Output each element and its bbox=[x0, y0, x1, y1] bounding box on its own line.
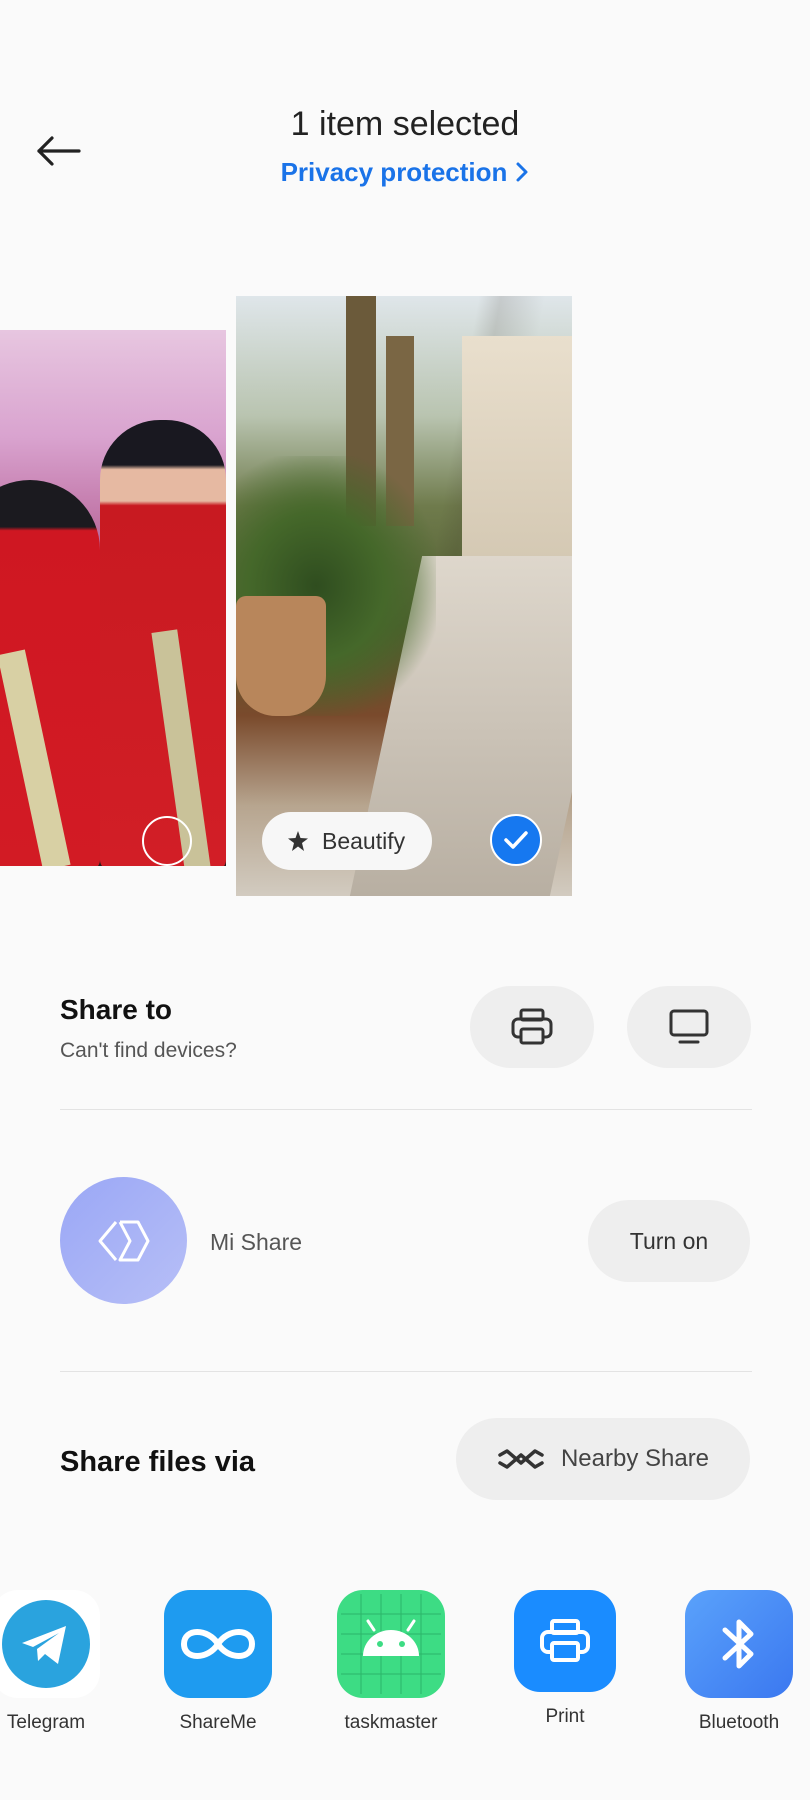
app-print[interactable]: Print bbox=[505, 1590, 625, 1728]
photo-carousel[interactable]: Beautify bbox=[0, 296, 810, 900]
sparkle-icon bbox=[286, 829, 310, 853]
shareme-icon bbox=[164, 1590, 272, 1698]
printer-device-button[interactable] bbox=[470, 986, 594, 1068]
tv-device-button[interactable] bbox=[627, 986, 751, 1068]
cant-find-devices-link[interactable]: Can't find devices? bbox=[60, 1039, 237, 1063]
photo-thumbnail-selected[interactable] bbox=[236, 296, 572, 896]
page-title: 1 item selected bbox=[290, 105, 520, 143]
app-label: taskmaster bbox=[344, 1712, 438, 1733]
mi-share-icon bbox=[98, 1220, 149, 1261]
divider bbox=[60, 1371, 752, 1372]
tv-icon bbox=[669, 1009, 709, 1044]
chevron-right-icon bbox=[515, 159, 529, 190]
photo-thumbnail[interactable] bbox=[0, 330, 226, 866]
divider bbox=[60, 1109, 752, 1110]
share-to-heading: Share to bbox=[60, 994, 173, 1025]
mi-share-label: Mi Share bbox=[210, 1229, 303, 1255]
telegram-icon bbox=[0, 1590, 100, 1698]
bluetooth-icon bbox=[685, 1590, 793, 1698]
header: 1 item selected Privacy protection bbox=[0, 0, 810, 230]
app-label: Print bbox=[545, 1706, 585, 1727]
printer-icon bbox=[511, 1008, 553, 1045]
app-taskmaster[interactable]: taskmaster bbox=[331, 1590, 451, 1734]
privacy-protection-label: Privacy protection bbox=[280, 157, 508, 187]
print-icon bbox=[514, 1590, 616, 1692]
app-telegram[interactable]: Telegram bbox=[0, 1590, 106, 1734]
mi-share-logo bbox=[60, 1177, 187, 1304]
android-icon bbox=[337, 1590, 445, 1698]
selected-checkbox[interactable] bbox=[490, 814, 542, 866]
select-checkbox[interactable] bbox=[142, 816, 192, 866]
nearby-share-icon bbox=[497, 1447, 545, 1471]
app-bluetooth[interactable]: Bluetooth bbox=[679, 1590, 799, 1734]
share-files-heading: Share files via bbox=[60, 1446, 256, 1478]
turn-on-button[interactable]: Turn on bbox=[588, 1200, 750, 1282]
photo-content bbox=[236, 596, 326, 716]
beautify-label: Beautify bbox=[322, 827, 406, 854]
app-label: ShareMe bbox=[179, 1712, 257, 1733]
app-shareme[interactable]: ShareMe bbox=[158, 1590, 278, 1734]
app-label: Telegram bbox=[6, 1712, 86, 1733]
nearby-share-label: Nearby Share bbox=[560, 1445, 710, 1472]
beautify-button[interactable]: Beautify bbox=[262, 812, 432, 870]
checkmark-icon bbox=[504, 831, 528, 849]
app-label: Bluetooth bbox=[698, 1712, 780, 1733]
nearby-share-button[interactable]: Nearby Share bbox=[456, 1418, 750, 1500]
privacy-protection-link[interactable]: Privacy protection bbox=[0, 157, 810, 190]
